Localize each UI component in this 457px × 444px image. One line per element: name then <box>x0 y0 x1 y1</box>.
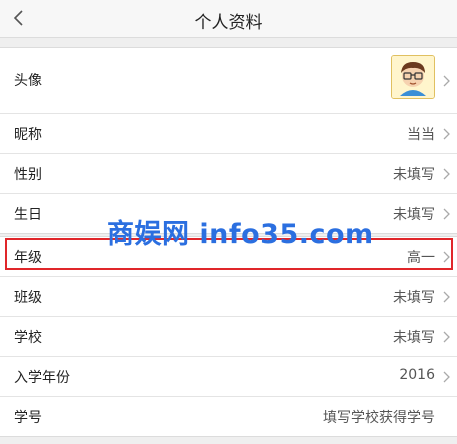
avatar-row[interactable]: 头像 <box>0 48 457 114</box>
chevron-right-icon <box>443 331 450 343</box>
class-value: 未填写 <box>393 290 435 306</box>
page-title: 个人资料 <box>194 13 263 33</box>
nickname-value: 当当 <box>407 127 435 143</box>
gender-label: 性别 <box>14 167 42 183</box>
profile-group: 头像 昵称 当当 性别 未填写 生日 未填写 <box>0 47 457 234</box>
chevron-right-icon <box>443 291 450 303</box>
gender-row[interactable]: 性别 未填写 <box>0 154 457 194</box>
enrollment-year-value: 2016 <box>399 367 435 383</box>
nav-bar: 个人资料 <box>0 0 457 38</box>
school-label: 学校 <box>14 330 42 346</box>
student-id-row: 学号 填写学校获得学号 <box>0 397 457 436</box>
class-label: 班级 <box>14 290 42 306</box>
student-id-label: 学号 <box>14 410 42 426</box>
chevron-right-icon <box>443 208 450 220</box>
gender-value: 未填写 <box>393 167 435 183</box>
chevron-right-icon <box>443 168 450 180</box>
school-row[interactable]: 学校 未填写 <box>0 317 457 357</box>
nickname-label: 昵称 <box>14 127 42 143</box>
chevron-right-icon <box>443 128 450 140</box>
watermark: 商娱网 info35.com <box>107 219 374 250</box>
cartoon-boy-avatar-icon <box>392 56 434 98</box>
birthday-label: 生日 <box>14 207 42 223</box>
nickname-row[interactable]: 昵称 当当 <box>0 114 457 154</box>
birthday-value: 未填写 <box>393 207 435 223</box>
enrollment-year-label: 入学年份 <box>14 370 70 386</box>
avatar-label: 头像 <box>14 73 42 89</box>
student-id-value: 填写学校获得学号 <box>323 410 435 426</box>
school-value: 未填写 <box>393 330 435 346</box>
enrollment-year-row[interactable]: 入学年份 2016 <box>0 357 457 397</box>
chevron-right-icon <box>443 75 450 87</box>
avatar[interactable] <box>391 55 435 99</box>
class-row[interactable]: 班级 未填写 <box>0 277 457 317</box>
chevron-right-icon <box>443 371 450 383</box>
